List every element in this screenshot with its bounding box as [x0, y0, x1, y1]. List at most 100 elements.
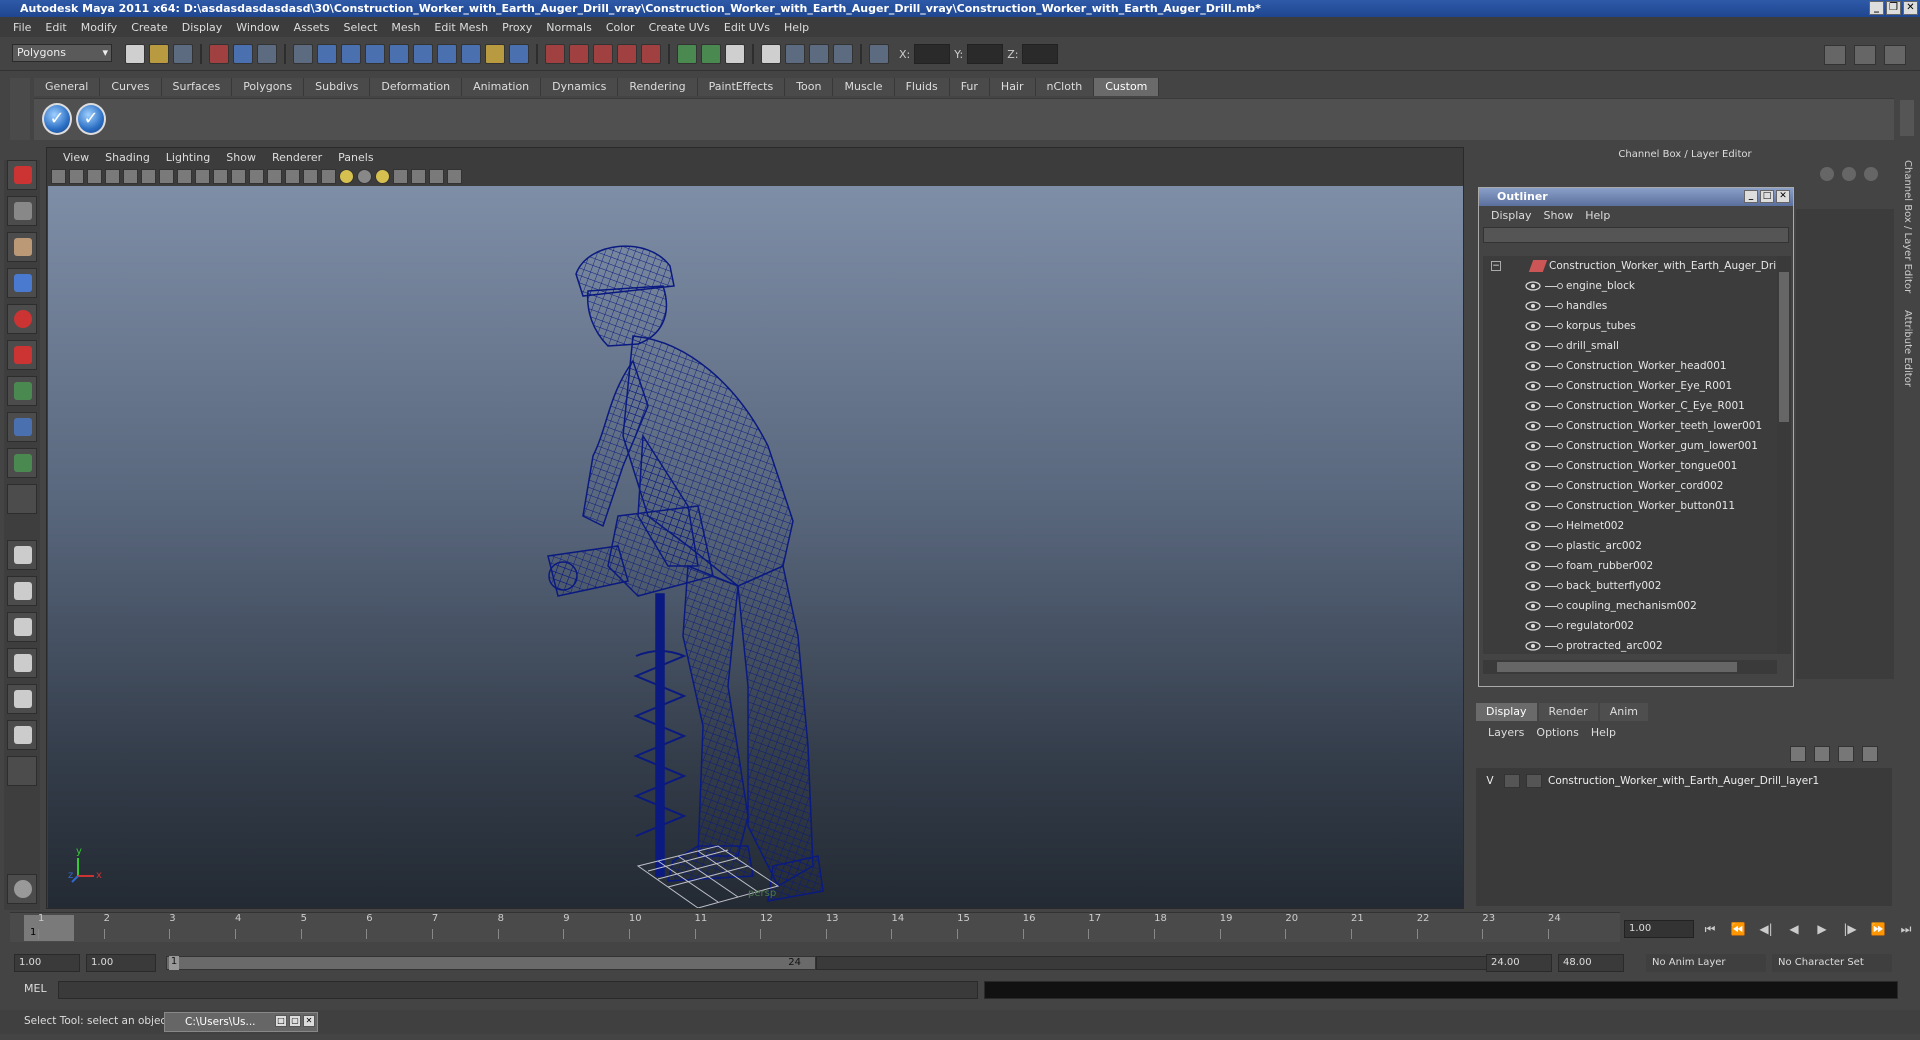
go-to-start-icon[interactable]: ⏮ — [1700, 920, 1720, 938]
scale-tool-icon[interactable] — [7, 340, 37, 370]
anim-layer-dropdown[interactable]: No Anim Layer — [1646, 954, 1766, 972]
gear-icon[interactable] — [809, 44, 829, 64]
z-field[interactable] — [1022, 44, 1059, 64]
range-slider-end[interactable]: 24 — [788, 957, 801, 968]
menu-help[interactable]: Help — [777, 21, 816, 34]
outliner-item[interactable]: Construction_Worker_head001 — [1483, 356, 1777, 376]
outliner-menu-display[interactable]: Display — [1485, 209, 1538, 222]
current-time-field[interactable]: 1.00 — [1624, 920, 1694, 938]
shelf-tab-dynamics[interactable]: Dynamics — [541, 78, 619, 96]
new-layer-selected-icon[interactable] — [1862, 746, 1878, 762]
layer-color-swatch[interactable] — [1526, 774, 1542, 788]
absolute-transform-icon[interactable] — [869, 44, 889, 64]
menu-edit[interactable]: Edit — [38, 21, 73, 34]
render-view-icon[interactable] — [641, 44, 661, 64]
shadow-icon[interactable] — [357, 168, 372, 184]
shelf-scroll[interactable] — [1900, 100, 1914, 136]
outliner-item[interactable]: plastic_arc002 — [1483, 536, 1777, 556]
lock-icon[interactable] — [485, 44, 505, 64]
channel-box-icon-3[interactable] — [1864, 167, 1878, 181]
shelf-tab-deformation[interactable]: Deformation — [370, 78, 463, 96]
last-tool-icon[interactable] — [7, 484, 37, 514]
vp-menu-lighting[interactable]: Lighting — [158, 151, 218, 164]
open-scene-icon[interactable] — [149, 44, 169, 64]
outliner-vertical-scrollbar[interactable] — [1777, 256, 1791, 654]
restore-button[interactable]: ❐ — [1886, 1, 1901, 15]
show-channel-box-icon[interactable] — [1884, 45, 1906, 65]
outliner-title-bar[interactable]: Outliner _ □ ✕ — [1479, 188, 1793, 206]
move-layer-up-icon[interactable] — [1790, 746, 1806, 762]
outliner-menu-help[interactable]: Help — [1579, 209, 1616, 222]
backface-icon[interactable] — [447, 168, 462, 184]
shelf-tab-subdivs[interactable]: Subdivs — [304, 78, 371, 96]
shelf-tab-curves[interactable]: Curves — [100, 78, 162, 96]
range-slider-track[interactable] — [816, 956, 1492, 970]
rename-icon[interactable] — [701, 44, 721, 64]
save-scene-icon[interactable] — [173, 44, 193, 64]
mel-input[interactable] — [58, 981, 978, 999]
outliner-item[interactable]: protracted_arc002 — [1483, 636, 1777, 654]
step-back-key-icon[interactable]: ⏪ — [1728, 920, 1748, 938]
input-line-icon[interactable] — [677, 44, 697, 64]
step-back-frame-icon[interactable]: ◀| — [1756, 920, 1776, 938]
show-attribute-editor-icon[interactable] — [1824, 45, 1846, 65]
xray-icon[interactable] — [411, 168, 426, 184]
menu-normals[interactable]: Normals — [539, 21, 599, 34]
xray-joints-icon[interactable] — [429, 168, 444, 184]
manipulator-tool-icon[interactable] — [7, 376, 37, 406]
resolution-gate-icon[interactable] — [177, 168, 192, 184]
playback-start-field[interactable]: 1.00 — [86, 954, 156, 972]
menu-mesh[interactable]: Mesh — [384, 21, 427, 34]
layer-type-toggle[interactable] — [1504, 774, 1520, 788]
snap-curve-icon[interactable] — [341, 44, 361, 64]
layer-menu-layers[interactable]: Layers — [1482, 726, 1530, 739]
outliner-item[interactable]: handles — [1483, 296, 1777, 316]
shelf-tab-ncloth[interactable]: nCloth — [1035, 78, 1095, 96]
menu-select[interactable]: Select — [336, 21, 384, 34]
outliner-item[interactable]: korpus_tubes — [1483, 316, 1777, 336]
outliner-item[interactable]: coupling_mechanism002 — [1483, 596, 1777, 616]
outliner-horizontal-scrollbar[interactable] — [1483, 660, 1777, 674]
film-icon[interactable] — [785, 44, 805, 64]
shelf-tab-animation[interactable]: Animation — [462, 78, 542, 96]
menu-window[interactable]: Window — [229, 21, 286, 34]
hypergraph-layout-icon[interactable] — [7, 684, 37, 714]
menu-edit-mesh[interactable]: Edit Mesh — [427, 21, 495, 34]
default-light-icon[interactable] — [339, 168, 354, 184]
outliner-item[interactable]: Construction_Worker_C_Eye_R001 — [1483, 396, 1777, 416]
move-layer-down-icon[interactable] — [1814, 746, 1830, 762]
camera-icon[interactable] — [761, 44, 781, 64]
smooth-shade-icon[interactable] — [285, 168, 300, 184]
construction-history-icon[interactable] — [509, 44, 529, 64]
outliner-filter-field[interactable] — [1483, 227, 1789, 243]
shelf-tab-custom[interactable]: Custom — [1094, 78, 1160, 96]
safe-title-icon[interactable] — [249, 168, 264, 184]
shelf-tab-muscle[interactable]: Muscle — [833, 78, 895, 96]
channel-box-area[interactable] — [1796, 209, 1894, 679]
shelf-tab-rendering[interactable]: Rendering — [618, 78, 698, 96]
task-restore-icon[interactable]: □ — [275, 1015, 287, 1027]
film-gate-icon[interactable] — [159, 168, 174, 184]
paint-select-tool-icon[interactable] — [7, 232, 37, 262]
question-icon[interactable] — [461, 44, 481, 64]
outliner-item[interactable]: engine_block — [1483, 276, 1777, 296]
layer-menu-options[interactable]: Options — [1530, 726, 1584, 739]
outliner-menu-show[interactable]: Show — [1538, 209, 1580, 222]
layer-tab-anim[interactable]: Anim — [1599, 703, 1648, 721]
tool-settings-icon[interactable] — [7, 874, 37, 904]
camera-attributes-icon[interactable] — [69, 168, 84, 184]
select-tool-icon[interactable] — [7, 160, 37, 190]
grid-icon[interactable] — [141, 168, 156, 184]
play-forward-icon[interactable]: ▶ — [1812, 920, 1832, 938]
outliner-item[interactable]: back_butterfly002 — [1483, 576, 1777, 596]
filter-icon[interactable] — [293, 44, 313, 64]
layer-row[interactable]: V Construction_Worker_with_Earth_Auger_D… — [1482, 772, 1886, 790]
animation-start-field[interactable]: 1.00 — [14, 954, 80, 972]
checkmark-shelf-button-2[interactable]: ✓ — [76, 103, 106, 135]
layout-options-icon[interactable] — [7, 756, 37, 786]
snap-view-plane-icon[interactable] — [389, 44, 409, 64]
side-tab-channel-box[interactable]: Channel Box / Layer Editor — [1902, 160, 1913, 293]
step-forward-key-icon[interactable]: ⏩ — [1868, 920, 1888, 938]
layer-visibility-toggle[interactable]: V — [1482, 775, 1498, 787]
move-tool-icon[interactable] — [7, 268, 37, 298]
